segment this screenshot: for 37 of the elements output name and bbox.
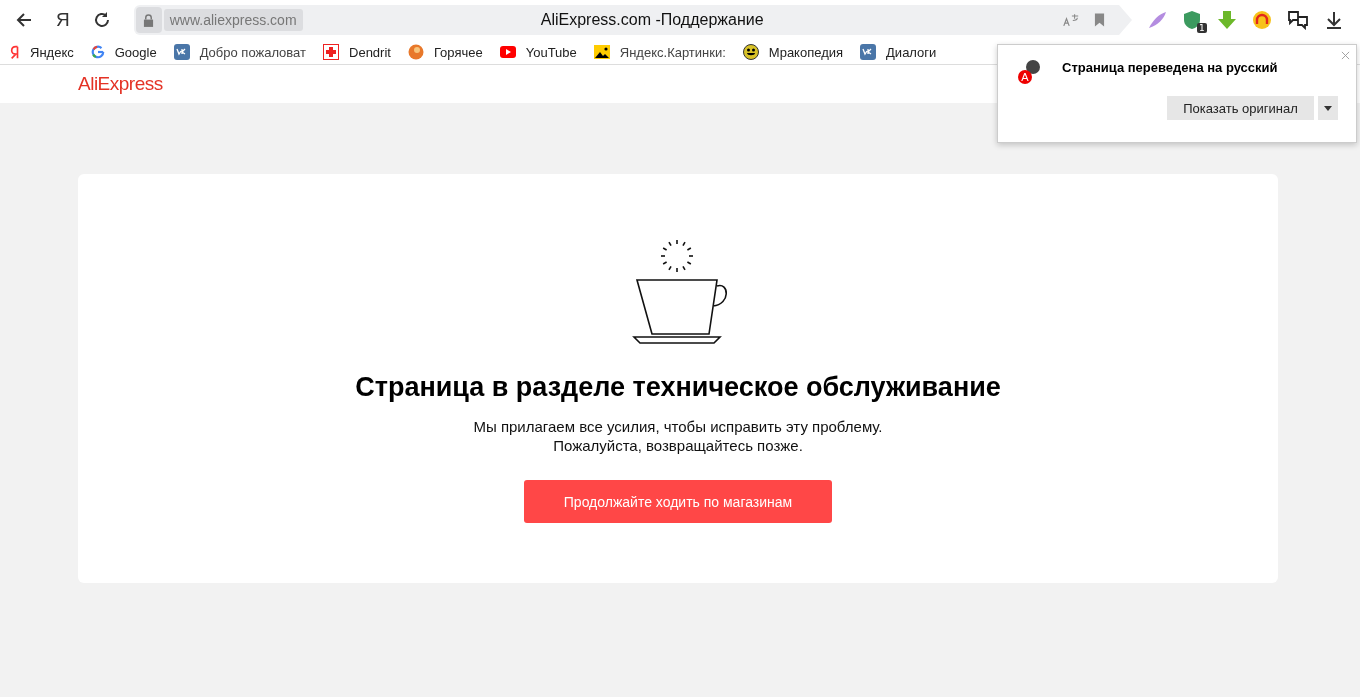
bookmark-item[interactable]: Яндекс.Картинки: [593, 44, 726, 60]
caret-icon [1324, 105, 1332, 111]
feather-icon[interactable] [1146, 10, 1167, 30]
headphones-icon[interactable] [1251, 10, 1272, 30]
bookmark-icon[interactable] [1093, 13, 1105, 27]
notice-title: Страница в разделе техническое обслуживание [355, 372, 1001, 403]
extension-badge: 1 [1197, 23, 1207, 33]
chat-icon[interactable] [1286, 10, 1309, 30]
vk-icon [173, 44, 190, 60]
notice-text: Пожалуйста, возвращайтесь позже. [553, 436, 803, 455]
youtube-icon [499, 46, 516, 58]
notice-text: Мы прилагаем все усилия, чтобы исправить эту проблему. [473, 417, 883, 436]
smiley-icon [742, 44, 759, 60]
url-text: www.aliexpress.com [163, 9, 303, 31]
image-icon [593, 45, 610, 59]
vk-icon [860, 44, 877, 60]
translate-icon[interactable] [1061, 12, 1080, 28]
shield-icon[interactable] [1181, 10, 1202, 30]
page-title: AliExpress.com -Поддержание [539, 11, 765, 29]
medical-cross-icon [323, 44, 339, 60]
options-dropdown-button[interactable] [1318, 96, 1338, 120]
google-icon [90, 45, 105, 59]
translation-message: Страница переведена на русский [1062, 59, 1278, 75]
bookmark-item[interactable]: Google [90, 44, 157, 60]
yandex-icon [10, 44, 20, 60]
bookmark-item[interactable]: Dendrit [323, 44, 391, 60]
yandex-button[interactable]: Я [56, 9, 70, 31]
bookmark-item[interactable]: Мракопедия [742, 44, 844, 60]
bookmark-item[interactable]: Добро пожаловат [173, 44, 306, 60]
bookmark-item[interactable]: Яндекс [10, 44, 74, 60]
lock-icon [143, 13, 155, 27]
bookmark-item[interactable]: Горячее [407, 44, 483, 60]
show-original-button[interactable]: Показать оригинал [1167, 96, 1314, 120]
bookmark-item[interactable]: Диалоги [860, 44, 937, 60]
site-logo[interactable]: AliExpress [78, 73, 163, 95]
ball-icon [407, 44, 424, 60]
bookmark-item[interactable]: YouTube [499, 44, 577, 60]
